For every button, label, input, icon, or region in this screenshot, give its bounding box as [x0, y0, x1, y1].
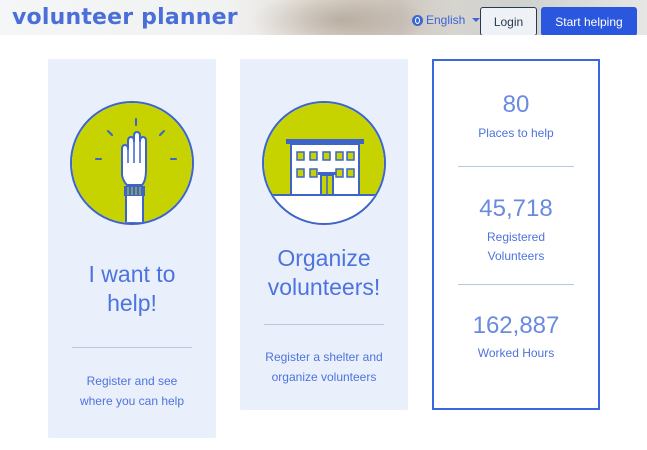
card-title: I want to help! — [89, 260, 176, 318]
places-label: Places to help — [478, 126, 554, 140]
volunteers-label-line2: Volunteers — [487, 249, 545, 263]
brand-logo[interactable]: volunteer planner — [12, 5, 238, 30]
building-icon — [262, 101, 386, 225]
card-text-line1: Register and see — [86, 374, 178, 388]
card-title: Organize volunteers! — [268, 244, 381, 302]
card-title-line1: I want to — [88, 261, 176, 287]
card-title-line2: volunteers! — [267, 274, 381, 300]
raised-hand-icon — [70, 101, 194, 225]
card-description: Register and see where you can help — [67, 371, 197, 411]
statistics-panel: 80 Places to help 45,718 Registered Volu… — [432, 59, 600, 410]
start-helping-button[interactable]: Start helping — [541, 7, 637, 35]
volunteers-label-line1: Registered — [486, 230, 546, 244]
login-button[interactable]: Login — [480, 7, 537, 35]
header-background-image — [250, 0, 430, 35]
card-description: Register a shelter and organize voluntee… — [259, 347, 389, 387]
card-text-line2: where you can help — [79, 394, 185, 408]
volunteers-count: 45,718 — [479, 195, 553, 222]
divider — [72, 347, 192, 348]
card-text-line2: organize volunteers — [271, 370, 377, 384]
card-text-line1: Register a shelter and — [265, 350, 383, 364]
hours-label: Worked Hours — [477, 346, 555, 360]
card-title-line1: Organize — [277, 245, 371, 271]
card-title-line2: help! — [107, 290, 157, 316]
header: volunteer planner English Login Start he… — [0, 0, 647, 35]
card-organize-volunteers[interactable]: Organize volunteers! Register a shelter … — [240, 59, 408, 410]
language-selector[interactable]: English — [412, 13, 481, 27]
divider — [264, 324, 384, 325]
stats-divider — [458, 166, 574, 167]
language-label: English — [426, 13, 466, 27]
hours-count: 162,887 — [472, 312, 560, 339]
globe-icon — [412, 14, 423, 26]
places-count: 80 — [502, 91, 530, 118]
stats-divider — [458, 284, 574, 285]
card-want-to-help[interactable]: I want to help! Register and see where y… — [48, 59, 216, 438]
